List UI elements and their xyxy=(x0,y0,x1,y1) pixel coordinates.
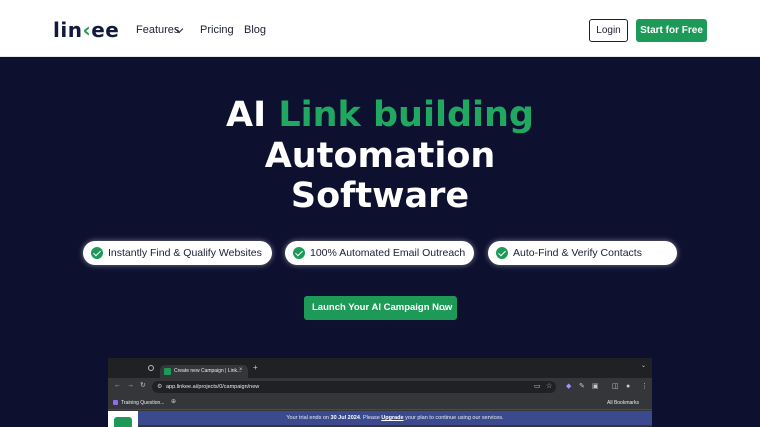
tab-favicon-icon xyxy=(164,368,171,375)
hero-title-line-3: Software xyxy=(290,176,470,216)
url-text: app.linkee.ai/projects/0/campaign/new xyxy=(166,384,260,390)
puzzle-icon: ▣ xyxy=(592,383,599,390)
app-logo-icon xyxy=(114,417,132,427)
chevron-down-icon: ⌄ xyxy=(641,363,647,369)
feature-pill-label: 100% Automated Email Outreach xyxy=(310,247,466,259)
check-circle-icon xyxy=(91,247,103,259)
tab-title: Create new Campaign | Link... xyxy=(174,368,242,374)
trial-date: 30 Jul 2024 xyxy=(330,415,360,421)
app-sidebar xyxy=(108,411,138,427)
tab-group-icon xyxy=(148,365,154,371)
check-circle-icon xyxy=(293,247,305,259)
feature-pill-find-qualify: Instantly Find & Qualify Websites xyxy=(83,241,272,265)
logo-prefix: lin xyxy=(53,18,83,42)
linkee-logo[interactable]: lin‹ee xyxy=(53,18,119,42)
trial-banner: Your trial ends on 30 Jul 2024. Please U… xyxy=(138,411,652,425)
browser-address-bar: ← → ↻ ⚙ app.linkee.ai/projects/0/campaig… xyxy=(108,378,652,396)
trial-suffix: your plan to continue using our services… xyxy=(403,415,504,421)
launch-campaign-label: Launch Your AI Campaign Now xyxy=(312,302,453,313)
back-arrow-icon: ← xyxy=(114,382,121,389)
eyedropper-icon: ✎ xyxy=(579,383,585,390)
feature-pill-email-outreach: 100% Automated Email Outreach xyxy=(285,241,474,265)
hero-title-ai: AI xyxy=(226,95,279,135)
all-bookmarks-folder: All Bookmarks xyxy=(607,400,639,406)
trial-middle: . Please xyxy=(359,415,382,421)
forward-arrow-icon: → xyxy=(127,382,134,389)
start-for-free-button[interactable]: Start for Free xyxy=(636,19,707,42)
more-menu-icon: ⋮ xyxy=(641,383,648,390)
extension-icon: ◆ xyxy=(566,383,572,390)
arrow-right-icon: → xyxy=(437,302,448,314)
upgrade-link: Upgrade xyxy=(381,415,404,421)
cast-icon: ▭ xyxy=(534,383,541,390)
trial-prefix: Your trial ends on xyxy=(286,415,331,421)
star-icon: ☆ xyxy=(546,383,553,390)
nav-pricing-link[interactable]: Pricing xyxy=(200,23,234,37)
nav-features-link[interactable]: Features xyxy=(136,23,179,37)
globe-icon: ⊕ xyxy=(171,399,177,405)
browser-tab-bar: Create new Campaign | Link... × + ⌄ xyxy=(108,358,652,378)
bookmark-item: Training Question... xyxy=(121,400,165,406)
top-navbar: lin‹ee Features Pricing Blog Login Start… xyxy=(0,0,760,57)
logo-suffix: ee xyxy=(91,18,120,42)
login-button[interactable]: Login xyxy=(589,19,628,42)
avatar-icon: ● xyxy=(626,383,631,390)
site-info-icon: ⚙ xyxy=(157,384,163,390)
bookmark-favicon-icon xyxy=(113,400,118,405)
url-field: ⚙ app.linkee.ai/projects/0/campaign/new … xyxy=(152,381,556,393)
launch-campaign-button[interactable]: Launch Your AI Campaign Now → xyxy=(304,296,457,320)
feature-pill-label: Instantly Find & Qualify Websites xyxy=(108,247,262,259)
browser-tab: Create new Campaign | Link... × xyxy=(160,365,248,378)
bookmarks-bar: Training Question... ⊕ All Bookmarks xyxy=(108,396,652,410)
reload-icon: ↻ xyxy=(140,382,146,389)
check-circle-icon xyxy=(496,247,508,259)
browser-screenshot-mockup: Create new Campaign | Link... × + ⌄ ← → … xyxy=(108,358,652,427)
sidebar-icon: ◫ xyxy=(612,383,619,390)
feature-pill-label: Auto-Find & Verify Contacts xyxy=(513,247,642,259)
logo-chevron-mark: ‹ xyxy=(82,18,92,42)
hero-title-line-1: AI Link building xyxy=(0,95,760,135)
feature-pill-find-verify: Auto-Find & Verify Contacts xyxy=(488,241,677,265)
hero-title-highlight: Link building xyxy=(278,95,534,135)
hero-title-line-2: Automation xyxy=(264,136,496,176)
nav-blog-link[interactable]: Blog xyxy=(244,23,266,37)
close-icon: × xyxy=(239,367,243,373)
new-tab-icon: + xyxy=(253,363,258,372)
